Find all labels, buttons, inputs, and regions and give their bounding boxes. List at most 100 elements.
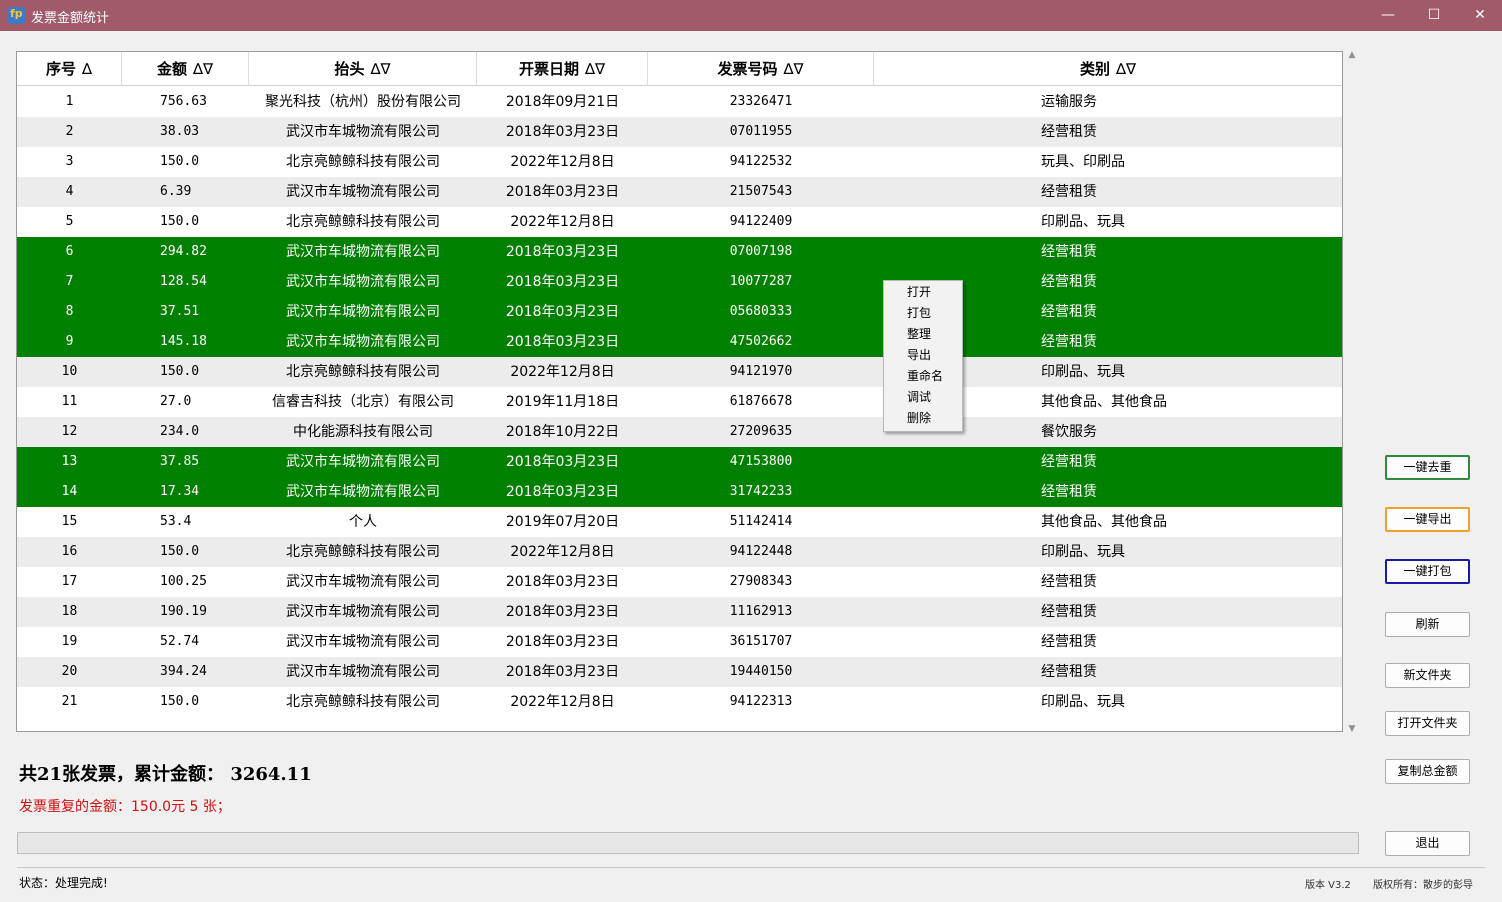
context-menu-item[interactable]: 删除 — [907, 408, 931, 429]
cell-index: 5 — [65, 214, 74, 229]
cell-amount: 38.03 — [160, 124, 200, 139]
context-menu-item[interactable]: 调试 — [907, 387, 931, 408]
cell-category: 经营租赁 — [1041, 304, 1097, 320]
column-header-date[interactable]: 开票日期 ∆∇ — [477, 52, 648, 86]
cell-index: 19 — [61, 634, 78, 649]
table-row[interactable]: 20 394.24 武汉市车城物流有限公司 2018年03月23日 19440150 经营… — [17, 657, 1342, 687]
cell-date: 2018年03月23日 — [505, 664, 620, 680]
invoice-table[interactable]: 序号 ∆ 金额 ∆∇ 抬头 ∆∇ 开票日期 ∆∇ 发票号码 ∆∇ 类别 ∆∇ 1 756.63… — [16, 51, 1343, 732]
table-row[interactable]: 12 234.0 中化能源科技有限公司 2018年10月22日 27209635 餐饮服务 — [17, 417, 1342, 447]
maximize-button[interactable]: ☐ — [1411, 0, 1457, 31]
cell-date: 2018年03月23日 — [505, 304, 620, 320]
scroll-up-arrow-icon[interactable]: ▲ — [1347, 50, 1357, 60]
cell-index: 14 — [61, 484, 78, 499]
exit-button[interactable]: 退出 — [1385, 831, 1470, 856]
cell-index: 13 — [61, 454, 78, 469]
table-row[interactable]: 3 150.0 北京亮鲸鲸科技有限公司 2022年12月8日 94122532 玩具、印刷… — [17, 147, 1342, 177]
table-header: 序号 ∆ 金额 ∆∇ 抬头 ∆∇ 开票日期 ∆∇ 发票号码 ∆∇ 类别 ∆∇ — [17, 52, 1342, 86]
cell-date: 2019年07月20日 — [505, 514, 620, 530]
cell-number: 21507543 — [729, 184, 793, 199]
table-row[interactable]: 18 190.19 武汉市车城物流有限公司 2018年03月23日 11162913 经营… — [17, 597, 1342, 627]
cell-date: 2018年03月23日 — [505, 124, 620, 140]
column-header-payer[interactable]: 抬头 ∆∇ — [249, 52, 477, 86]
cell-payer: 武汉市车城物流有限公司 — [286, 334, 440, 350]
cell-number: 27209635 — [729, 424, 793, 439]
copy-total-button[interactable]: 复制总金额 — [1385, 759, 1470, 784]
table-row[interactable]: 4 6.39 武汉市车城物流有限公司 2018年03月23日 21507543 经营租赁 — [17, 177, 1342, 207]
cell-payer: 北京亮鲸鲸科技有限公司 — [286, 214, 440, 230]
cell-payer: 武汉市车城物流有限公司 — [286, 454, 440, 470]
table-row[interactable]: 7 128.54 武汉市车城物流有限公司 2018年03月23日 10077287 经营租… — [17, 267, 1342, 297]
export-all-button[interactable]: 一键导出 — [1385, 507, 1470, 532]
table-row[interactable]: 5 150.0 北京亮鲸鲸科技有限公司 2022年12月8日 94122409 印刷品、玩… — [17, 207, 1342, 237]
context-menu-item[interactable]: 整理 — [907, 324, 931, 345]
table-row[interactable]: 14 17.34 武汉市车城物流有限公司 2018年03月23日 31742233 经营租… — [17, 477, 1342, 507]
cell-date: 2018年03月23日 — [505, 604, 620, 620]
table-row[interactable]: 9 145.18 武汉市车城物流有限公司 2018年03月23日 47502662 经营租… — [17, 327, 1342, 357]
cell-index: 7 — [65, 274, 74, 289]
minimize-button[interactable]: — — [1365, 0, 1411, 31]
refresh-button[interactable]: 刷新 — [1385, 612, 1470, 637]
cell-number: 27908343 — [729, 574, 793, 589]
window-title: 发票金额统计 — [31, 11, 110, 26]
pack-all-button[interactable]: 一键打包 — [1385, 559, 1470, 584]
cell-index: 15 — [61, 514, 78, 529]
table-row[interactable]: 6 294.82 武汉市车城物流有限公司 2018年03月23日 07007198 经营租… — [17, 237, 1342, 267]
cell-amount: 294.82 — [160, 244, 207, 259]
table-row[interactable]: 21 150.0 北京亮鲸鲸科技有限公司 2022年12月8日 94122313 印刷品、… — [17, 687, 1342, 717]
cell-number: 47153800 — [729, 454, 793, 469]
cell-category: 其他食品、其他食品 — [1041, 514, 1167, 530]
cell-index: 11 — [61, 394, 78, 409]
cell-amount: 37.85 — [160, 454, 200, 469]
cell-index: 12 — [61, 424, 78, 439]
cell-number: 94122448 — [729, 544, 793, 559]
context-menu-item[interactable]: 重命名 — [907, 366, 943, 387]
table-row[interactable]: 19 52.74 武汉市车城物流有限公司 2018年03月23日 36151707 经营租… — [17, 627, 1342, 657]
cell-amount: 100.25 — [160, 574, 207, 589]
cell-payer: 武汉市车城物流有限公司 — [286, 304, 440, 320]
new-folder-button[interactable]: 新文件夹 — [1385, 663, 1470, 688]
table-row[interactable]: 17 100.25 武汉市车城物流有限公司 2018年03月23日 27908343 经营… — [17, 567, 1342, 597]
cell-number: 61876678 — [729, 394, 793, 409]
cell-index: 9 — [65, 334, 74, 349]
scroll-down-arrow-icon[interactable]: ▼ — [1347, 724, 1357, 734]
table-row[interactable]: 1 756.63 聚光科技（杭州）股份有限公司 2018年09月21日 23326471… — [17, 87, 1342, 117]
open-folder-button[interactable]: 打开文件夹 — [1385, 711, 1470, 736]
cell-amount: 6.39 — [160, 184, 192, 199]
table-row[interactable]: 2 38.03 武汉市车城物流有限公司 2018年03月23日 07011955 经营租赁 — [17, 117, 1342, 147]
context-menu-item[interactable]: 导出 — [907, 345, 931, 366]
cell-number: 94122313 — [729, 694, 793, 709]
cell-date: 2022年12月8日 — [510, 694, 615, 710]
column-header-index[interactable]: 序号 ∆ — [17, 52, 122, 86]
cell-payer: 北京亮鲸鲸科技有限公司 — [286, 364, 440, 380]
column-header-amount[interactable]: 金额 ∆∇ — [122, 52, 249, 86]
context-menu-item[interactable]: 打包 — [907, 303, 931, 324]
duplicate-summary: 发票重复的金额：150.0元 5 张； — [19, 799, 231, 815]
dedupe-button[interactable]: 一键去重 — [1385, 455, 1470, 480]
cell-category: 其他食品、其他食品 — [1041, 394, 1167, 410]
close-button[interactable]: ✕ — [1457, 0, 1502, 31]
cell-payer: 武汉市车城物流有限公司 — [286, 604, 440, 620]
cell-category: 餐饮服务 — [1041, 424, 1097, 440]
cell-category: 经营租赁 — [1041, 184, 1097, 200]
cell-number: 36151707 — [729, 634, 793, 649]
cell-number: 07011955 — [729, 124, 793, 139]
cell-payer: 武汉市车城物流有限公司 — [286, 184, 440, 200]
table-row[interactable]: 13 37.85 武汉市车城物流有限公司 2018年03月23日 47153800 经营租… — [17, 447, 1342, 477]
table-row[interactable]: 16 150.0 北京亮鲸鲸科技有限公司 2022年12月8日 94122448 印刷品、… — [17, 537, 1342, 567]
column-header-category[interactable]: 类别 ∆∇ — [874, 52, 1342, 86]
cell-amount: 394.24 — [160, 664, 207, 679]
cell-amount: 190.19 — [160, 604, 207, 619]
column-header-number[interactable]: 发票号码 ∆∇ — [648, 52, 874, 86]
table-row[interactable]: 11 27.0 信睿吉科技（北京）有限公司 2019年11月18日 61876678 其他… — [17, 387, 1342, 417]
cell-category: 印刷品、玩具 — [1041, 214, 1125, 230]
context-menu-item[interactable]: 打开 — [907, 282, 931, 303]
cell-payer: 北京亮鲸鲸科技有限公司 — [286, 694, 440, 710]
table-row[interactable]: 8 37.51 武汉市车城物流有限公司 2018年03月23日 05680333 经营租赁 — [17, 297, 1342, 327]
cell-amount: 27.0 — [160, 394, 192, 409]
table-row[interactable]: 10 150.0 北京亮鲸鲸科技有限公司 2022年12月8日 94121970 印刷品、… — [17, 357, 1342, 387]
cell-category: 经营租赁 — [1041, 334, 1097, 350]
table-row[interactable]: 15 53.4 个人 2019年07月20日 51142414 其他食品、其他食品 — [17, 507, 1342, 537]
cell-amount: 145.18 — [160, 334, 207, 349]
cell-category: 运输服务 — [1041, 94, 1097, 110]
